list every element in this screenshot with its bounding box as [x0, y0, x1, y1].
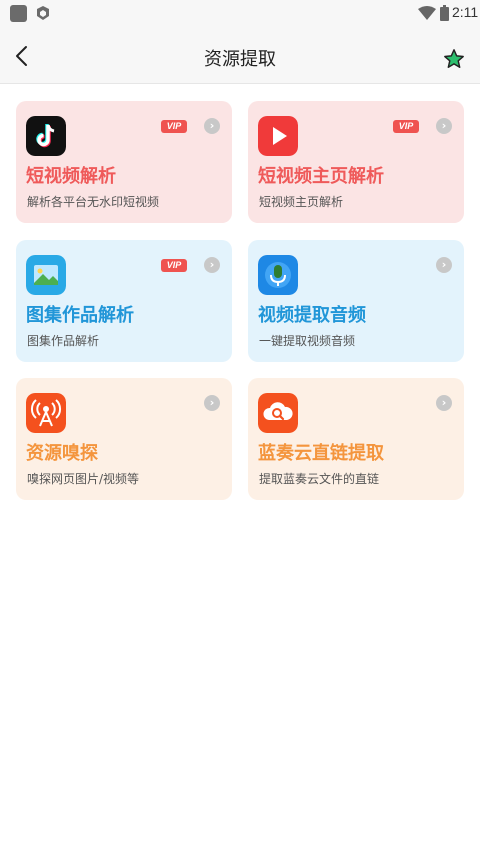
- vip-badge: VIP: [393, 120, 419, 133]
- card-subtitle: 解析各平台无水印短视频: [27, 195, 160, 209]
- chevron-right-icon: ›: [436, 395, 452, 411]
- vip-badge: VIP: [161, 120, 187, 133]
- shield-notification-icon: [37, 6, 49, 20]
- card-video-extract-audio[interactable]: › 视频提取音频 一键提取视频音频: [248, 240, 464, 362]
- card-title: 资源嗅探: [26, 443, 98, 464]
- image-gallery-icon: [26, 255, 66, 295]
- card-subtitle: 提取蓝奏云文件的直链: [259, 472, 380, 486]
- card-subtitle: 嗅探网页图片/视频等: [27, 472, 140, 486]
- page-title: 资源提取: [204, 49, 276, 70]
- card-title: 短视频解析: [26, 166, 116, 187]
- status-time: 2:11: [452, 4, 479, 20]
- card-resource-sniff[interactable]: › 资源嗅探 嗅探网页图片/视频等: [16, 378, 232, 500]
- card-short-video-parse[interactable]: VIP › 短视频解析 解析各平台无水印短视频: [16, 101, 232, 223]
- chevron-right-icon: ›: [436, 257, 452, 273]
- app-notification-icon: [10, 5, 27, 22]
- wifi-icon: [418, 6, 436, 20]
- play-icon: [258, 116, 298, 156]
- cloud-search-icon: [258, 393, 298, 433]
- card-title: 蓝奏云直链提取: [258, 443, 384, 464]
- microphone-icon: [258, 255, 298, 295]
- tiktok-icon: [26, 116, 66, 156]
- chevron-right-icon: ›: [204, 118, 220, 134]
- card-subtitle: 一键提取视频音频: [259, 334, 356, 348]
- card-short-video-homepage-parse[interactable]: VIP › 短视频主页解析 短视频主页解析: [248, 101, 464, 223]
- chevron-right-icon: ›: [436, 118, 452, 134]
- card-subtitle: 短视频主页解析: [259, 195, 344, 209]
- card-title: 视频提取音频: [258, 305, 366, 326]
- battery-icon: [440, 5, 449, 21]
- vip-badge: VIP: [161, 259, 187, 272]
- card-title: 图集作品解析: [26, 305, 134, 326]
- chevron-right-icon: ›: [204, 257, 220, 273]
- chevron-right-icon: ›: [204, 395, 220, 411]
- card-subtitle: 图集作品解析: [27, 334, 100, 348]
- card-lanzou-direct-link[interactable]: › 蓝奏云直链提取 提取蓝奏云文件的直链: [248, 378, 464, 500]
- card-title: 短视频主页解析: [258, 166, 384, 187]
- status-bar: 2:11: [0, 0, 480, 28]
- favorite-star-icon[interactable]: [443, 48, 465, 70]
- card-image-gallery-parse[interactable]: VIP › 图集作品解析 图集作品解析: [16, 240, 232, 362]
- app-bar: 资源提取: [0, 28, 480, 84]
- broadcast-icon: [26, 393, 66, 433]
